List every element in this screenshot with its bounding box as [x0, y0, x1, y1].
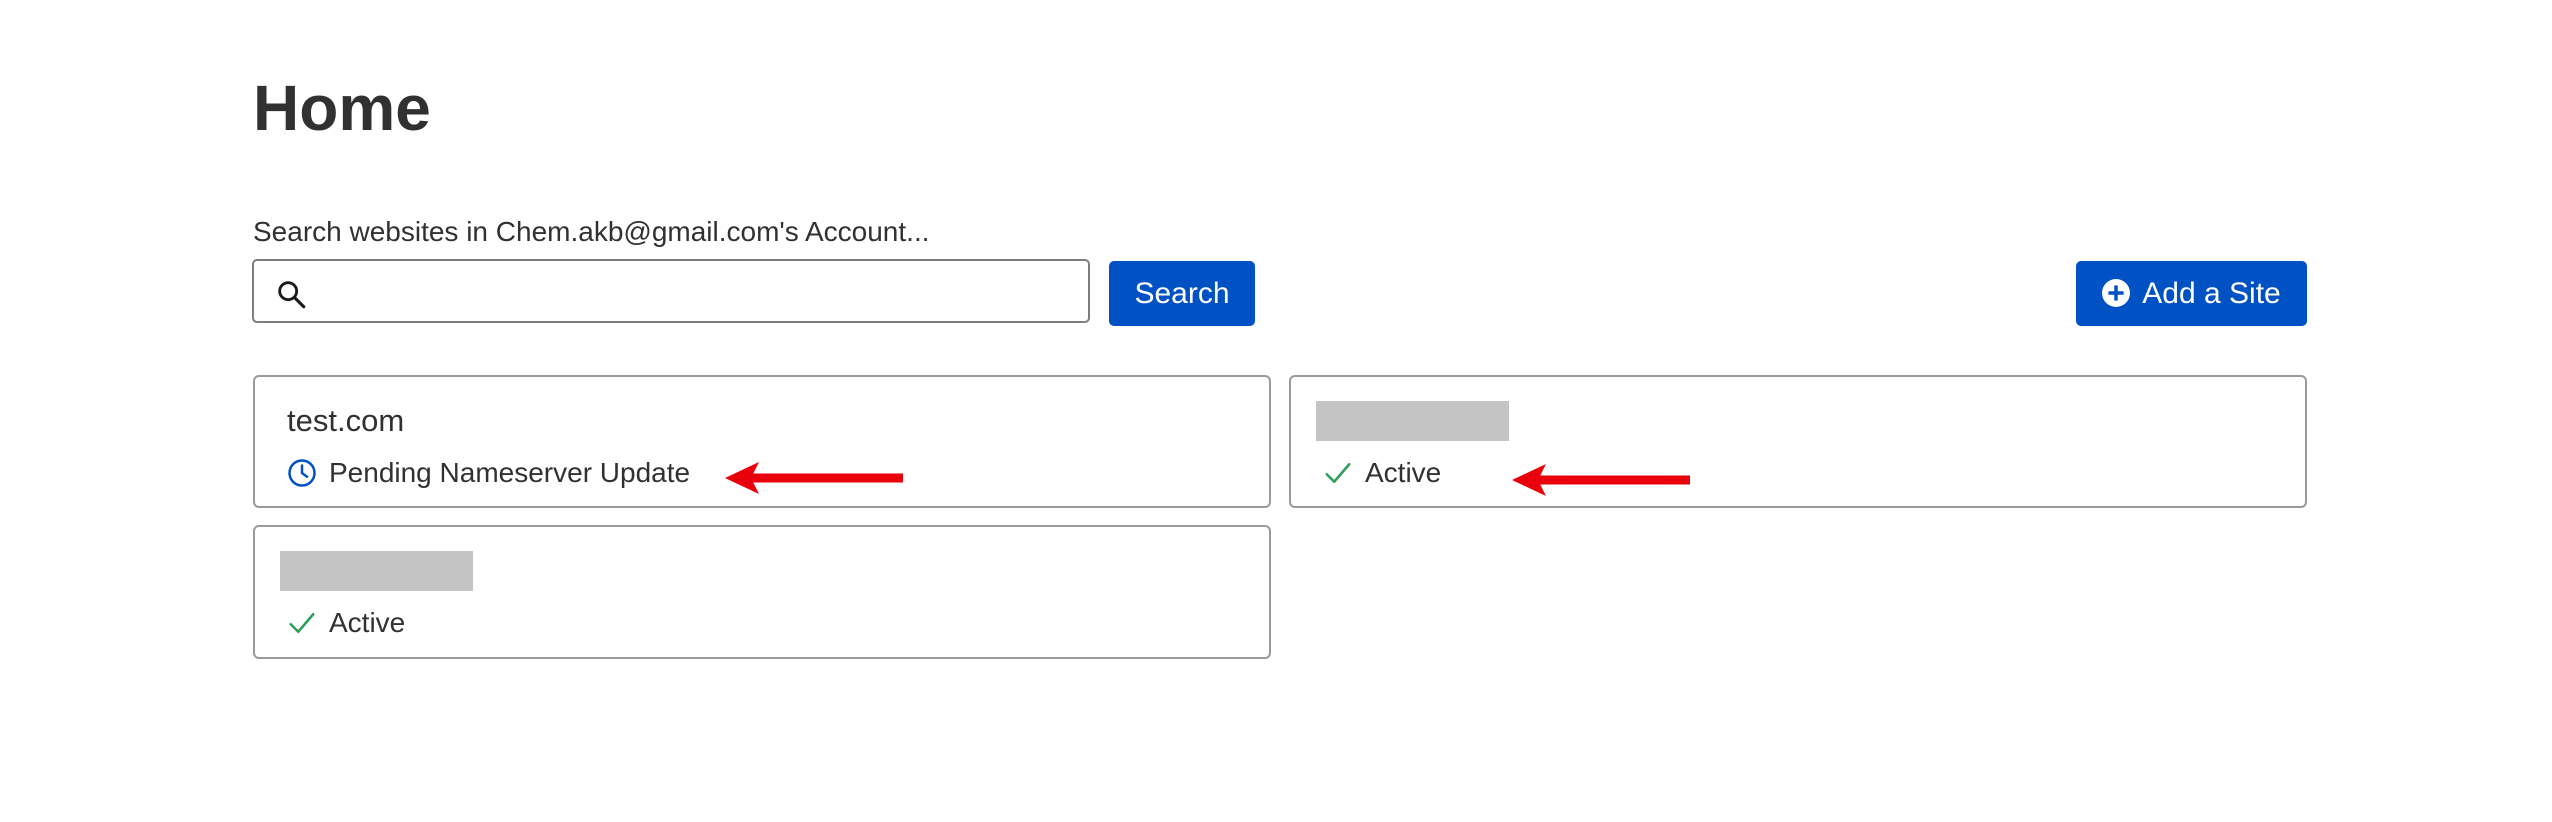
- site-status-label: Active: [329, 607, 406, 638]
- redacted-domain: [280, 551, 473, 591]
- site-domain[interactable]: test.com: [287, 401, 404, 441]
- site-card[interactable]: Active: [1289, 375, 2307, 508]
- site-card[interactable]: Active: [253, 525, 1271, 659]
- home-page: Home Search websites in Chem.akb@gmail.c…: [0, 0, 2552, 822]
- annotation-arrow-icon: [725, 462, 903, 494]
- checkmark-icon: [289, 613, 315, 633]
- site-status: Pending Nameserver Update: [287, 453, 690, 493]
- search-box[interactable]: [252, 259, 1090, 323]
- page-title: Home: [253, 72, 431, 144]
- redacted-domain: [1316, 401, 1509, 441]
- add-site-label: Add a Site: [2142, 276, 2281, 310]
- site-status: Active: [287, 603, 405, 643]
- search-icon: [278, 281, 306, 309]
- site-status: Active: [1323, 453, 1441, 493]
- clock-icon: [288, 459, 316, 487]
- site-status-label: Pending Nameserver Update: [329, 457, 691, 488]
- plus-circle-icon: [2102, 278, 2131, 307]
- search-label: Search websites in Chem.akb@gmail.com's …: [253, 216, 930, 247]
- add-site-button[interactable]: Add a Site: [2076, 261, 2307, 326]
- search-input[interactable]: [320, 267, 1084, 317]
- site-status-label: Active: [1365, 457, 1442, 488]
- annotation-arrow-icon: [1512, 464, 1690, 496]
- checkmark-icon: [1325, 463, 1351, 483]
- search-button[interactable]: Search: [1109, 261, 1255, 326]
